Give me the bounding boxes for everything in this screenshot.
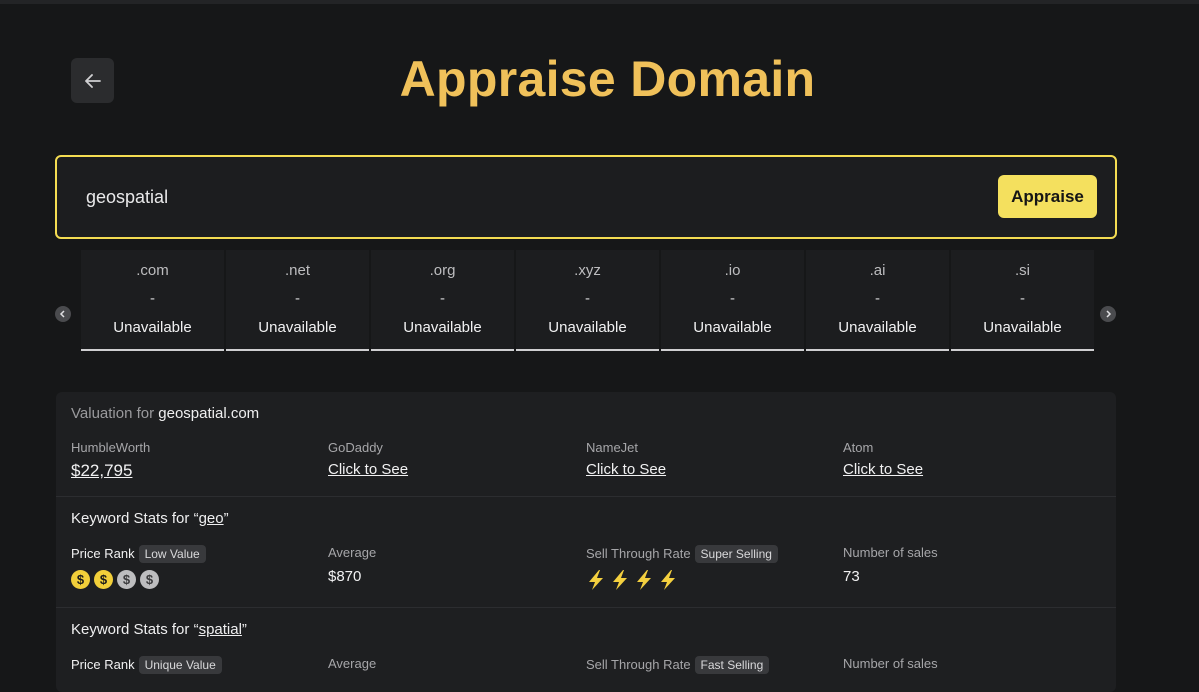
tld-card-com[interactable]: .com - Unavailable bbox=[81, 250, 224, 351]
price-rank: Price Rank Low Value $ $ $ $ bbox=[71, 545, 206, 589]
price-rank-coins: $ $ $ $ bbox=[71, 570, 206, 589]
tld-status: Unavailable bbox=[838, 319, 917, 336]
tld-price: - bbox=[875, 290, 880, 307]
source-name: NameJet bbox=[586, 440, 639, 455]
dollar-coin-icon: $ bbox=[94, 570, 113, 589]
dollar-coin-icon: $ bbox=[140, 570, 159, 589]
price-rank-badge: Low Value bbox=[138, 545, 206, 563]
tld-price: - bbox=[440, 290, 445, 307]
tld-status: Unavailable bbox=[258, 319, 337, 336]
namejet-click-to-see-link[interactable]: Click to See bbox=[586, 461, 666, 478]
average-value: $870 bbox=[328, 568, 362, 585]
tld-status: Unavailable bbox=[548, 319, 627, 336]
tld-status: Unavailable bbox=[113, 319, 192, 336]
sell-through-bolts bbox=[586, 569, 778, 591]
dollar-coin-icon: $ bbox=[117, 570, 136, 589]
keyword-stats-heading: Keyword Stats for “geo” bbox=[71, 510, 229, 527]
close-quote: ” bbox=[223, 510, 229, 527]
tld-extension: .org bbox=[429, 262, 456, 279]
lightning-icon bbox=[589, 570, 603, 590]
appraise-button[interactable]: Appraise bbox=[998, 175, 1097, 218]
tld-price: - bbox=[295, 290, 300, 307]
page-title: Appraise Domain bbox=[399, 51, 816, 107]
divider bbox=[56, 607, 1116, 608]
tld-card-net[interactable]: .net - Unavailable bbox=[226, 250, 369, 351]
lightning-icon bbox=[661, 570, 675, 590]
sales-label: Number of sales bbox=[843, 545, 938, 560]
tld-price: - bbox=[585, 290, 590, 307]
carousel-next-button[interactable] bbox=[1100, 306, 1116, 322]
sell-through-label: Sell Through Rate bbox=[586, 657, 691, 672]
price-rank-badge: Unique Value bbox=[138, 656, 222, 674]
tld-extension: .ai bbox=[869, 262, 886, 279]
source-humbleworth: HumbleWorth $22,795 bbox=[71, 440, 150, 481]
lightning-icon bbox=[613, 570, 627, 590]
valuation-heading: Valuation for geospatial.com bbox=[71, 405, 259, 422]
sell-through-rate: Sell Through Rate Fast Selling bbox=[586, 656, 770, 674]
tld-card-ai[interactable]: .ai - Unavailable bbox=[806, 250, 949, 351]
price-rank: Price Rank Unique Value bbox=[71, 656, 222, 674]
valuation-panel: Valuation for geospatial.com HumbleWorth… bbox=[56, 392, 1116, 692]
price-rank-label: Price Rank bbox=[71, 546, 135, 561]
keyword-stats-prefix: Keyword Stats for bbox=[71, 621, 190, 638]
tld-status: Unavailable bbox=[693, 319, 772, 336]
sell-through-rate: Sell Through Rate Super Selling bbox=[586, 545, 778, 591]
sell-through-badge: Super Selling bbox=[694, 545, 778, 563]
source-name: HumbleWorth bbox=[71, 440, 151, 455]
average-price: Average $870 bbox=[328, 545, 376, 585]
keyword-link[interactable]: geo bbox=[199, 510, 224, 527]
average-price: Average bbox=[328, 656, 376, 671]
source-namejet: NameJet Click to See bbox=[586, 440, 666, 479]
tld-price: - bbox=[1020, 290, 1025, 307]
average-label: Average bbox=[328, 545, 377, 560]
average-label: Average bbox=[328, 656, 377, 671]
valuation-prefix: Valuation for bbox=[71, 405, 155, 422]
tld-price: - bbox=[730, 290, 735, 307]
number-of-sales: Number of sales 73 bbox=[843, 545, 938, 585]
carousel-prev-button[interactable] bbox=[55, 306, 71, 322]
godaddy-click-to-see-link[interactable]: Click to See bbox=[328, 461, 408, 478]
search-box: Appraise bbox=[55, 155, 1117, 239]
divider bbox=[56, 496, 1116, 497]
source-name: GoDaddy bbox=[328, 440, 383, 455]
domain-search-input[interactable] bbox=[84, 179, 968, 215]
tld-carousel: .com - Unavailable .net - Unavailable .o… bbox=[81, 250, 1094, 351]
close-quote: ” bbox=[241, 621, 247, 638]
keyword-link[interactable]: spatial bbox=[199, 621, 242, 638]
humbleworth-value-link[interactable]: $22,795 bbox=[71, 461, 132, 481]
keyword-stats-prefix: Keyword Stats for bbox=[71, 510, 190, 527]
tld-price: - bbox=[150, 290, 155, 307]
tld-card-si[interactable]: .si - Unavailable bbox=[951, 250, 1094, 351]
source-godaddy: GoDaddy Click to See bbox=[328, 440, 408, 479]
tld-extension: .xyz bbox=[574, 262, 601, 279]
tld-status: Unavailable bbox=[403, 319, 482, 336]
tld-card-org[interactable]: .org - Unavailable bbox=[371, 250, 514, 351]
source-atom: Atom Click to See bbox=[843, 440, 923, 479]
valuation-domain: geospatial.com bbox=[158, 405, 260, 422]
top-border bbox=[0, 0, 1199, 4]
chevron-right-icon bbox=[1106, 310, 1112, 318]
tld-card-xyz[interactable]: .xyz - Unavailable bbox=[516, 250, 659, 351]
chevron-left-icon bbox=[59, 310, 65, 318]
sell-through-label: Sell Through Rate bbox=[586, 546, 691, 561]
tld-extension: .net bbox=[284, 262, 311, 279]
keyword-stats-heading: Keyword Stats for “spatial” bbox=[71, 621, 247, 638]
price-rank-label: Price Rank bbox=[71, 657, 135, 672]
lightning-icon bbox=[637, 570, 651, 590]
tld-extension: .si bbox=[1015, 262, 1030, 279]
tld-extension: .io bbox=[724, 262, 741, 279]
tld-card-io[interactable]: .io - Unavailable bbox=[661, 250, 804, 351]
sell-through-badge: Fast Selling bbox=[694, 656, 770, 674]
source-name: Atom bbox=[843, 440, 874, 455]
number-of-sales: Number of sales bbox=[843, 656, 938, 671]
tld-extension: .com bbox=[136, 262, 169, 279]
sales-value: 73 bbox=[843, 568, 860, 585]
atom-click-to-see-link[interactable]: Click to See bbox=[843, 461, 923, 478]
tld-status: Unavailable bbox=[983, 319, 1062, 336]
dollar-coin-icon: $ bbox=[71, 570, 90, 589]
sales-label: Number of sales bbox=[843, 656, 938, 671]
